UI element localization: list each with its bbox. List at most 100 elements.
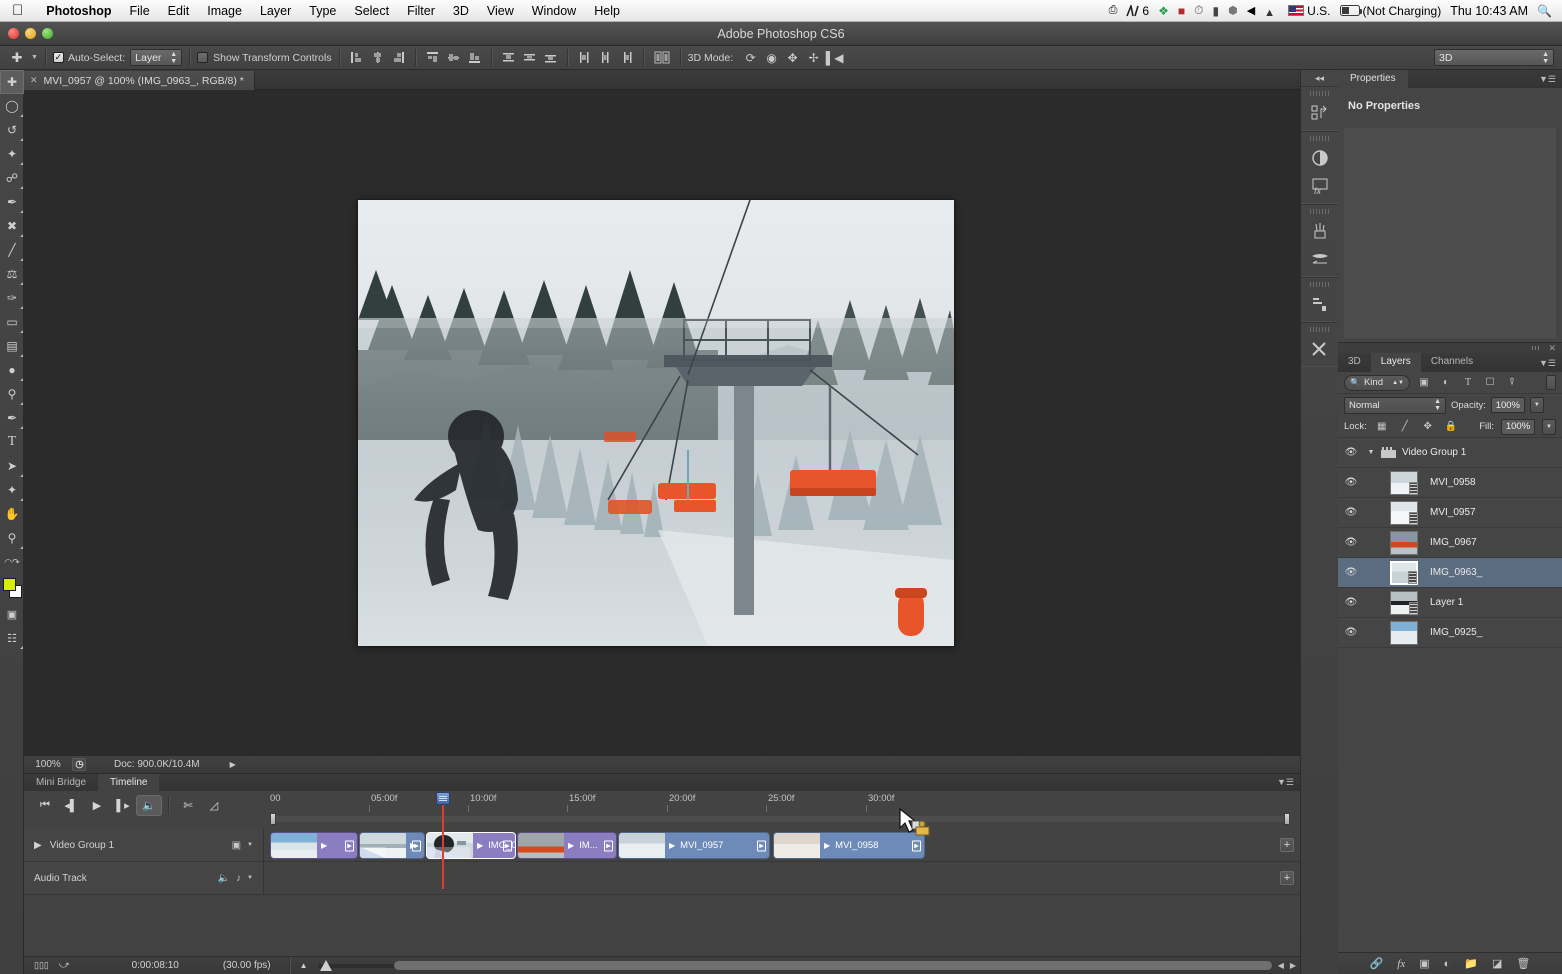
filter-toggle-switch[interactable] (1546, 375, 1556, 390)
visibility-toggle-icon[interactable]: 👁 (1338, 447, 1364, 458)
transition-button[interactable]: ◿ (201, 795, 227, 816)
foreground-color-swatch[interactable] (3, 578, 16, 591)
scroll-right-icon[interactable]: ▶ (1290, 961, 1296, 970)
panel-grip-bar[interactable]: ✕ (1338, 343, 1562, 353)
shape-layers-icon[interactable]: ☐ (1482, 375, 1498, 391)
timeline-clip[interactable]: ▶ MVI_0957 ▶ (618, 832, 770, 859)
tool-preset-chevron-icon[interactable]: ▼ (31, 54, 38, 61)
display-icon[interactable]: ▮ (1212, 4, 1219, 18)
zoom-level-field[interactable]: 100% (24, 759, 72, 770)
clip-transition-icon[interactable] (360, 847, 424, 858)
input-source-menu[interactable]: U.S. (1288, 4, 1331, 18)
layer-row[interactable]: 👁 Layer 1 (1338, 588, 1562, 618)
timeline-clip[interactable]: ▶ MVI_0958 ▶ (773, 832, 925, 859)
tab-channels[interactable]: Channels (1421, 353, 1483, 372)
crop-tool[interactable]: ☍ (0, 166, 24, 190)
align-vertical-centers-icon[interactable] (444, 49, 463, 67)
layer-thumbnail[interactable] (1390, 500, 1418, 525)
timeline-clip[interactable]: ▶ ▶ (270, 832, 358, 859)
panel-menu-icon[interactable]: ▼☰ (1539, 358, 1556, 369)
opacity-chevron-down-icon[interactable]: ▼ (1529, 397, 1544, 413)
document-canvas-image[interactable] (358, 200, 954, 646)
menu-item-photoshop[interactable]: Photoshop (37, 4, 120, 18)
align-top-edges-icon[interactable] (423, 49, 442, 67)
drag-3d-icon[interactable]: ✥ (783, 49, 802, 67)
spot-healing-brush-tool[interactable]: ✖ (0, 214, 24, 238)
audio-clip-area[interactable] (270, 862, 1274, 894)
bluetooth-icon[interactable]: ⬢ (1228, 4, 1238, 17)
timeline-horizontal-scrollbar[interactable] (394, 961, 1272, 970)
clock-text[interactable]: Thu 10:43 AM (1450, 4, 1528, 18)
tab-3d[interactable]: 3D (1338, 353, 1371, 372)
quick-selection-tool[interactable]: ✦ (0, 142, 24, 166)
pen-tool[interactable]: ✒ (0, 406, 24, 430)
styles-icon[interactable]: fx (1301, 172, 1338, 200)
new-layer-icon[interactable]: ◪ (1492, 957, 1502, 970)
clip-twirl-icon[interactable]: ▶ (824, 841, 830, 850)
eraser-tool[interactable]: ▭ (0, 310, 24, 334)
panel-grip[interactable] (1310, 91, 1329, 96)
filter-kind-select[interactable]: 🔍 Kind ▲▼ (1344, 374, 1410, 391)
timeline-clip[interactable]: ▶ IM... ▶ (517, 832, 617, 859)
default-colors-icon[interactable]: ◠↷ (0, 550, 24, 574)
clip-twirl-icon[interactable]: ▶ (321, 841, 327, 850)
align-bottom-edges-icon[interactable] (465, 49, 484, 67)
visibility-toggle-icon[interactable]: 👁 (1338, 597, 1364, 608)
distribute-right-edges-icon[interactable] (617, 49, 636, 67)
opacity-field[interactable]: 100% (1490, 397, 1525, 413)
panel-menu-icon[interactable]: ▼☰ (1277, 777, 1294, 788)
panel-grip[interactable] (1310, 327, 1329, 332)
layer-row[interactable]: 👁 IMG_0967 (1338, 528, 1562, 558)
distribute-bottom-edges-icon[interactable] (541, 49, 560, 67)
clip-end-button[interactable]: ▶ (604, 840, 613, 851)
security-icon[interactable]: ■ (1178, 4, 1185, 18)
play-button[interactable]: ▶ (84, 795, 110, 816)
timeline-scroll-arrows[interactable]: ◀ ▶ (1278, 961, 1296, 970)
clip-end-button[interactable]: ▶ (345, 840, 354, 851)
menu-item-select[interactable]: Select (345, 4, 398, 18)
type-tool[interactable]: T (0, 430, 24, 454)
history-brush-tool[interactable]: ✑ (0, 286, 24, 310)
layer-mask-icon[interactable]: ▣ (1419, 957, 1429, 970)
previous-frame-button[interactable]: ◂▌ (58, 795, 84, 816)
fill-chevron-down-icon[interactable]: ▼ (1542, 418, 1556, 435)
menu-item-type[interactable]: Type (300, 4, 345, 18)
eyedropper-tool[interactable]: ✒ (0, 190, 24, 214)
quick-mask-icon[interactable]: ▣ (0, 602, 24, 626)
close-icon[interactable]: ✕ (30, 75, 38, 86)
history-icon[interactable] (1301, 99, 1338, 127)
expand-arrow-icon[interactable]: ▶ (230, 760, 236, 769)
layer-thumbnail[interactable] (1390, 590, 1418, 615)
scroll-left-icon[interactable]: ◀ (1278, 961, 1284, 970)
hand-tool[interactable]: ✋ (0, 502, 24, 526)
adjustments-icon[interactable] (1301, 144, 1338, 172)
panel-menu-icon[interactable]: ▼☰ (1539, 74, 1556, 85)
move-tool-icon[interactable]: ✚ (6, 48, 28, 68)
dropbox-icon[interactable]: ❖ (1158, 4, 1169, 18)
auto-align-layers-icon[interactable] (651, 49, 673, 67)
chevron-down-icon[interactable]: ▼ (247, 842, 253, 848)
track-twirl-icon[interactable]: ▶ (34, 840, 42, 851)
menu-item-window[interactable]: Window (523, 4, 585, 18)
tools-icon[interactable] (1301, 335, 1338, 363)
pixel-layers-icon[interactable]: ▣ (1416, 375, 1432, 391)
layer-row[interactable]: 👁 MVI_0958 (1338, 468, 1562, 498)
auto-select-checkbox[interactable]: ✓ (52, 52, 64, 63)
collapse-panels-icon[interactable]: ◂◂ (1301, 70, 1338, 86)
clock-icon[interactable]: ⏱ (1194, 3, 1203, 18)
add-audio-icon[interactable]: + (1280, 871, 1294, 885)
visibility-toggle-icon[interactable]: 👁 (1338, 477, 1364, 488)
menu-item-view[interactable]: View (478, 4, 523, 18)
distribute-left-edges-icon[interactable] (575, 49, 594, 67)
smart-object-icon[interactable]: ⍒ (1504, 375, 1520, 391)
clip-end-button[interactable]: ▶ (912, 840, 921, 851)
delete-layer-icon[interactable]: 🗑 (1516, 957, 1530, 970)
next-frame-button[interactable]: ▌▸ (110, 795, 136, 816)
distribute-vertical-centers-icon[interactable] (520, 49, 539, 67)
app-count-indicator[interactable]: 6 (1126, 4, 1149, 18)
zoom-tool[interactable]: ⚲ (0, 526, 24, 550)
visibility-toggle-icon[interactable]: 👁 (1338, 537, 1364, 548)
wifi-icon[interactable] (1264, 5, 1279, 16)
dodge-tool[interactable]: ⚲ (0, 382, 24, 406)
scanner-icon[interactable]: ⎙ (1109, 4, 1118, 17)
